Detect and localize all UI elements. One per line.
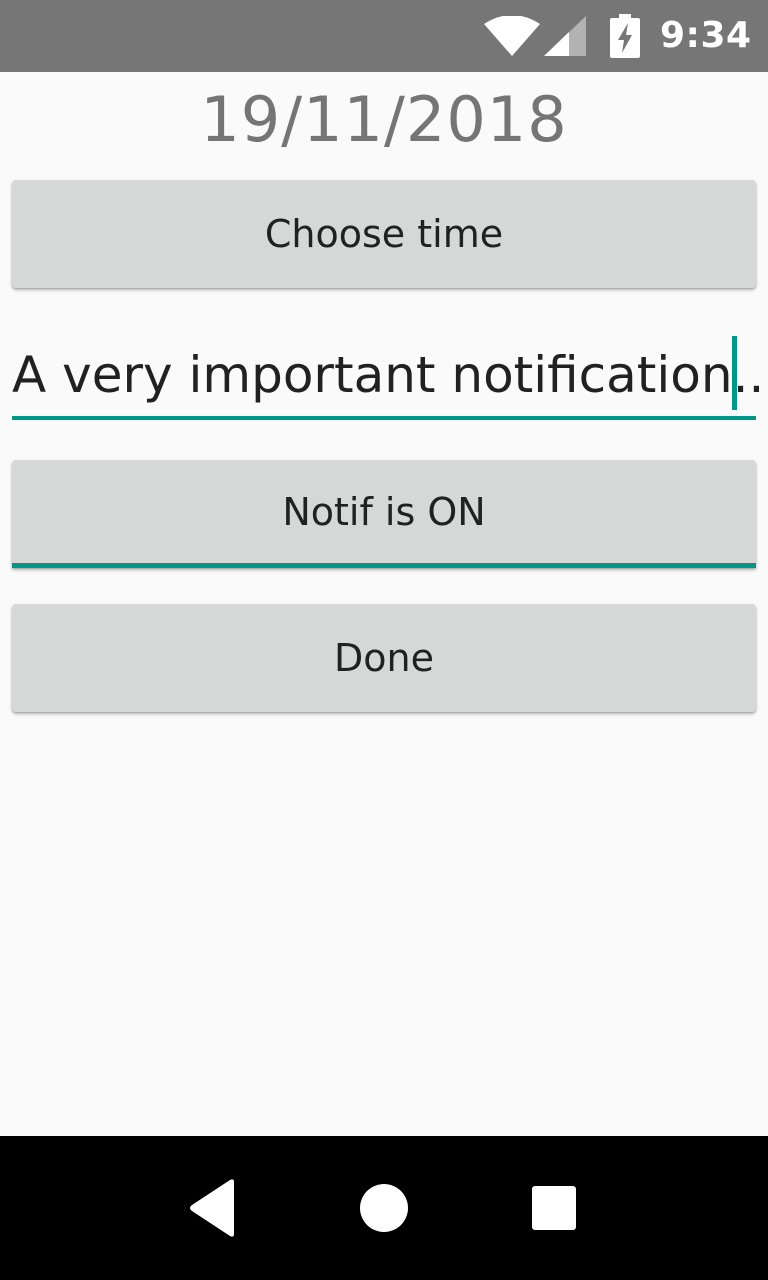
wifi-icon — [484, 16, 540, 56]
status-bar: 9:34 — [0, 0, 768, 72]
back-icon[interactable] — [186, 1178, 246, 1238]
navigation-bar — [0, 1136, 768, 1280]
status-clock: 9:34 — [660, 15, 752, 56]
done-label: Done — [334, 636, 434, 680]
choose-time-label: Choose time — [264, 212, 504, 256]
notif-toggle-button[interactable]: Notif is ON — [12, 460, 756, 568]
choose-time-button[interactable]: Choose time — [12, 180, 756, 288]
cell-signal-icon — [544, 16, 586, 56]
notification-text-value: A very important notification... — [12, 346, 768, 404]
battery-charging-icon — [610, 14, 640, 58]
text-cursor — [732, 336, 737, 410]
selected-date: 19/11/2018 — [200, 83, 568, 156]
done-button[interactable]: Done — [12, 604, 756, 712]
recents-icon[interactable] — [524, 1178, 584, 1238]
home-icon[interactable] — [354, 1178, 414, 1238]
notification-text-input[interactable]: A very important notification... — [12, 332, 768, 420]
notif-toggle-label: Notif is ON — [282, 489, 486, 534]
